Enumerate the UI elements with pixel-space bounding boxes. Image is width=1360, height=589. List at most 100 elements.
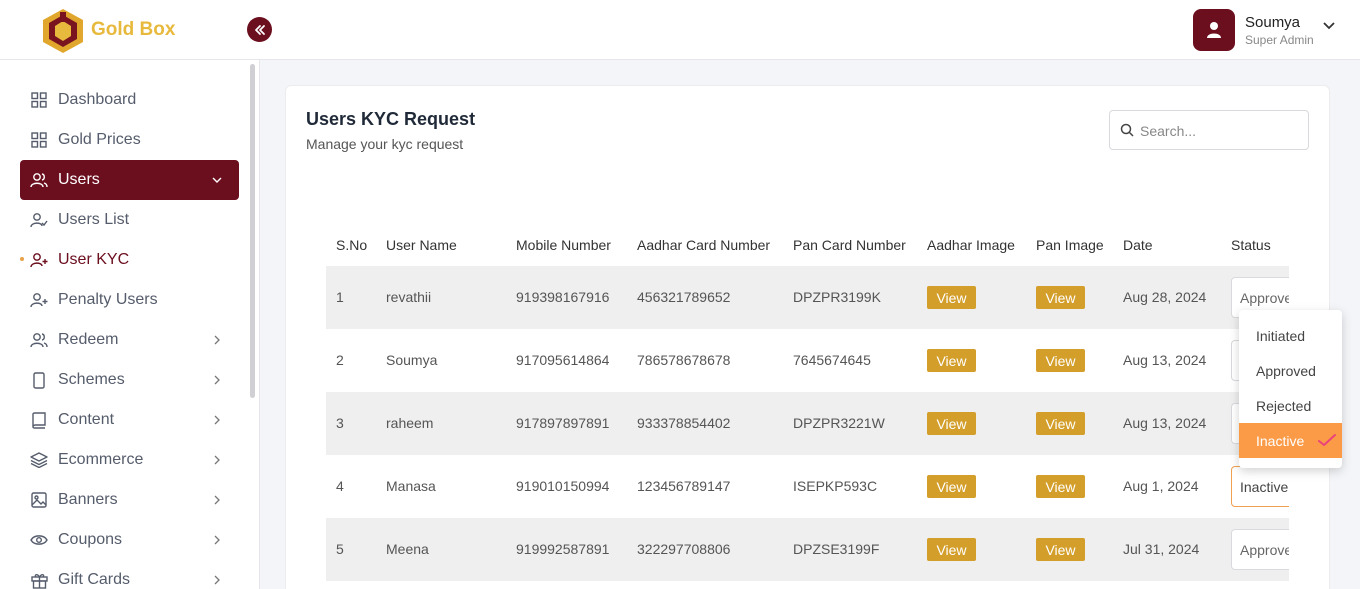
avatar [1193,9,1235,51]
mobile-cell: 917095614864 [516,352,610,368]
mobile-cell: 917897897891 [516,415,610,431]
chevron-right-icon [209,572,225,588]
sidebar-item-user-kyc[interactable]: User KYC [20,240,239,280]
pan-cell: 7645674645 [793,352,871,368]
sidebar-item-schemes[interactable]: Schemes [20,360,239,400]
aadhar-cell: 456321789652 [637,289,731,305]
double-chevron-left-icon [254,24,265,35]
view-pan-button[interactable]: View [1036,538,1085,561]
sidebar-item-dashboard[interactable]: Dashboard [20,80,239,120]
status-option-rejected[interactable]: Rejected [1239,388,1342,423]
sidebar-item-label: Users [58,171,100,188]
name-cell: raheem [386,415,434,431]
gold-box-logo [42,8,84,54]
view-aadhar-button[interactable]: View [927,349,976,372]
top-header: Gold Box Soumya Super Admin [0,0,1360,60]
view-aadhar-button[interactable]: View [927,286,976,309]
sidebar-item-users[interactable]: Users [20,160,239,200]
chevron-right-icon [209,492,225,508]
users-icon [30,331,48,349]
table-row: 2 Soumya 917095614864 786578678678 76456… [326,329,1289,392]
brand-name: Gold Box [91,19,176,40]
column-header: S.No [336,237,368,253]
book-icon [30,411,48,429]
search-icon [1120,123,1134,142]
view-pan-button[interactable]: View [1036,475,1085,498]
table-row: 3 raheem 917897897891 933378854402 DPZPR… [326,392,1289,455]
status-select[interactable]: Approved [1231,529,1289,570]
search-box[interactable] [1109,110,1309,150]
view-pan-button[interactable]: View [1036,286,1085,309]
pan-cell: DPZPR3221W [793,415,885,431]
chevron-right-icon [209,372,225,388]
column-header: Date [1123,237,1153,253]
chevron-down-icon [209,172,225,188]
sidebar-item-label: Redeem [58,331,119,348]
column-header: Aadhar Image [927,237,1015,253]
chevron-right-icon [209,412,225,428]
view-aadhar-button[interactable]: View [927,538,976,561]
sidebar-scrollbar[interactable] [250,64,255,398]
sidebar-item-label: Users List [58,211,130,228]
status-option-inactive[interactable]: Inactive [1239,423,1342,458]
aadhar-cell: 322297708806 [637,541,731,557]
pan-cell: DPZSE3199F [793,541,880,557]
sidebar-item-gift-cards[interactable]: Gift Cards [20,560,239,589]
date-cell: Aug 13, 2024 [1123,352,1207,368]
sidebar-item-penalty-users[interactable]: Penalty Users [20,280,239,320]
name-cell: Soumya [386,352,438,368]
sidebar-item-banners[interactable]: Banners [20,480,239,520]
user-check-icon [30,211,48,229]
name-cell: Manasa [386,478,436,494]
sidebar-item-label: Schemes [58,371,125,388]
grid-icon [30,131,48,149]
status-option-initiated[interactable]: Initiated [1239,318,1342,353]
page-title: Users KYC Request [306,109,476,129]
sidebar-item-gold-prices[interactable]: Gold Prices [20,120,239,160]
sidebar-item-ecommerce[interactable]: Ecommerce [20,440,239,480]
sidebar-item-label: Coupons [58,531,123,548]
sidebar-item-users-list[interactable]: Users List [20,200,239,240]
sidebar-item-content[interactable]: Content [20,400,239,440]
table-row: 5 Meena 919992587891 322297708806 DPZSE3… [326,518,1289,581]
column-header: Pan Image [1036,237,1104,253]
status-option-approved[interactable]: Approved [1239,353,1342,388]
sidebar-item-label: Penalty Users [58,291,158,308]
view-aadhar-button[interactable]: View [927,412,976,435]
column-header: Aadhar Card Number [637,237,771,253]
user-role: Super Admin [1245,33,1314,47]
view-pan-button[interactable]: View [1036,349,1085,372]
table-row: 1 revathii 919398167916 456321789652 DPZ… [326,266,1289,329]
collapse-sidebar-button[interactable] [247,17,272,42]
sidebar-item-coupons[interactable]: Coupons [20,520,239,560]
status-dropdown-menu: Initiated Approved Rejected Inactive [1239,310,1342,468]
phone-icon [30,371,48,389]
sidebar-item-label: Ecommerce [58,451,144,468]
sno-cell: 2 [336,352,344,368]
aadhar-cell: 786578678678 [637,352,731,368]
chevron-down-icon[interactable] [1323,17,1335,35]
user-name: Soumya [1245,14,1301,31]
user-icon [1207,22,1221,38]
sidebar-item-redeem[interactable]: Redeem [20,320,239,360]
aadhar-cell: 933378854402 [637,415,731,431]
search-input[interactable] [1140,120,1300,142]
column-header: Status [1231,237,1271,253]
user-plus-icon [30,251,48,269]
sidebar-item-label: Gold Prices [58,131,141,148]
pan-cell: DPZPR3199K [793,289,881,305]
user-plus-icon [30,291,48,309]
sidebar: Dashboard Gold Prices Users Users List U… [0,60,260,589]
gift-icon [30,571,48,589]
layers-icon [30,451,48,469]
status-select[interactable]: Inactive [1231,466,1289,507]
sno-cell: 3 [336,415,344,431]
view-pan-button[interactable]: View [1036,412,1085,435]
mobile-cell: 919992587891 [516,541,610,557]
image-icon [30,491,48,509]
view-aadhar-button[interactable]: View [927,475,976,498]
mobile-cell: 919010150994 [516,478,610,494]
mobile-cell: 919398167916 [516,289,610,305]
grid-icon [30,91,48,109]
profile-menu[interactable]: Soumya Super Admin [1193,9,1343,51]
